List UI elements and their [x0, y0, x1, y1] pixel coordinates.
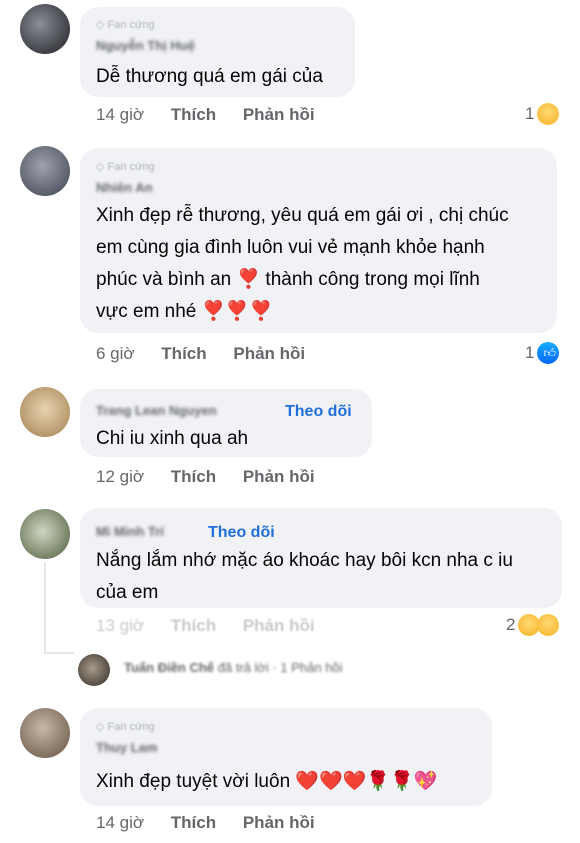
comment-text: Xinh đẹp rễ thương, yêu quá em gái ơi , …: [96, 205, 509, 322]
reply-button[interactable]: Phản hồi: [243, 467, 315, 486]
reply-avatar[interactable]: [78, 654, 110, 686]
avatar[interactable]: [20, 708, 70, 758]
avatar[interactable]: [20, 146, 70, 196]
reaction-summary[interactable]: 2: [506, 614, 560, 636]
diamond-icon: ◇: [96, 161, 105, 173]
follow-button[interactable]: Theo dõi: [285, 403, 352, 421]
reply-button[interactable]: Phản hồi: [243, 105, 315, 124]
diamond-icon: ◇: [96, 721, 105, 733]
comment-text: Dễ thương quá em gái của: [96, 66, 323, 87]
haha-face-icon: [537, 614, 560, 636]
fan-badge: ◇ Fan cứng: [96, 19, 155, 31]
comment-actions: 13 giờ Thích Phản hồi: [96, 616, 337, 636]
reaction-count: 2: [506, 615, 516, 634]
comment-actions: 12 giờ Thích Phản hồi: [96, 467, 337, 487]
reply-button[interactable]: Phản hồi: [243, 813, 315, 832]
follow-button[interactable]: Theo dõi: [208, 524, 275, 542]
comment-author[interactable]: Mì Minh Trí: [96, 524, 164, 539]
comment-time[interactable]: 12 giờ: [96, 467, 144, 486]
diamond-icon: ◇: [96, 19, 105, 31]
comment-time[interactable]: 14 giờ: [96, 813, 144, 832]
comment-actions: 6 giờ Thích Phản hồi: [96, 344, 327, 364]
comment-time[interactable]: 6 giờ: [96, 344, 135, 363]
comment-actions: 14 giờ Thích Phản hồi: [96, 105, 337, 125]
comment-text: Chi iu xinh qua ah: [96, 428, 249, 449]
reply-preview[interactable]: Tuấn Điền Chế đã trả lời · 1 Phản hồi: [124, 660, 343, 675]
avatar[interactable]: [20, 4, 70, 54]
reaction-count: 1: [525, 104, 535, 123]
comment-author[interactable]: Nhiên An: [96, 180, 153, 195]
fan-badge: ◇ Fan cứng: [96, 161, 155, 173]
reaction-summary[interactable]: 1: [525, 103, 560, 125]
comment-time[interactable]: 14 giờ: [96, 105, 144, 124]
reply-button[interactable]: Phản hồi: [233, 344, 305, 363]
thread-connector: [44, 562, 46, 654]
reaction-count: 1: [525, 343, 535, 362]
thread-connector: [44, 652, 74, 654]
reply-button[interactable]: Phản hồi: [243, 616, 315, 635]
comment-author[interactable]: Trang Lean Nguyen: [96, 403, 217, 418]
like-button[interactable]: Thích: [171, 105, 216, 124]
comment-text: Xinh đẹp tuyệt vời luôn ❤️❤️❤️🌹🌹💖: [96, 771, 438, 792]
comment-author[interactable]: Nguyễn Thị Huệ: [96, 38, 195, 53]
like-button[interactable]: Thích: [171, 616, 216, 635]
care-face-icon: [537, 103, 560, 125]
fan-badge: ◇ Fan cứng: [96, 721, 155, 733]
like-button[interactable]: Thích: [171, 813, 216, 832]
like-thumb-icon: 👍︎: [537, 342, 560, 364]
avatar[interactable]: [20, 509, 70, 559]
reaction-summary[interactable]: 1 👍︎: [525, 342, 560, 364]
comment-text: Nắng lắm nhớ mặc áo khoác hay bôi kcn nh…: [96, 550, 513, 603]
avatar[interactable]: [20, 387, 70, 437]
like-button[interactable]: Thích: [171, 467, 216, 486]
like-button[interactable]: Thích: [161, 344, 206, 363]
comment-time[interactable]: 13 giờ: [96, 616, 144, 635]
comment-author[interactable]: Thuy Lam: [96, 740, 157, 755]
comment-actions: 14 giờ Thích Phản hồi: [96, 813, 337, 833]
